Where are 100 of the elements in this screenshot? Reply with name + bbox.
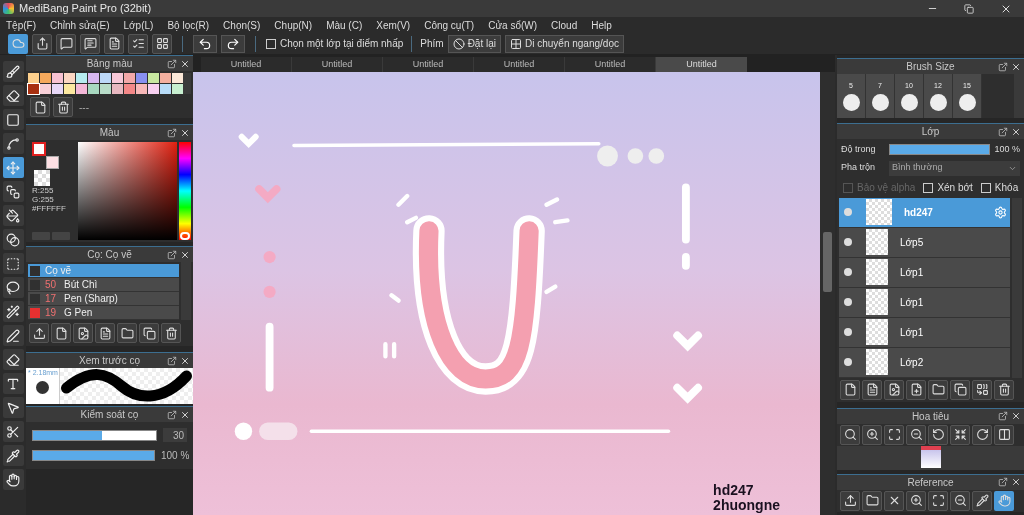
brush-list-item[interactable]: 19 G Pen: [28, 306, 179, 320]
document-tab[interactable]: Untitled: [383, 57, 474, 72]
settings-icon[interactable]: [994, 205, 1007, 219]
document-tab[interactable]: Untitled: [656, 57, 747, 72]
lasso-tool-button[interactable]: [2, 277, 24, 298]
canvas-painting[interactable]: hd247 2huongne: [193, 72, 820, 515]
brush-tool-button[interactable]: [2, 61, 24, 82]
layer-row[interactable]: Lớp5: [839, 227, 1010, 258]
detach-icon[interactable]: [167, 355, 177, 366]
saturation-brightness-picker[interactable]: [78, 142, 177, 240]
move-direction-button[interactable]: Di chuyển ngang/dọc: [505, 34, 624, 53]
close-icon[interactable]: [180, 249, 190, 260]
text-tool-button[interactable]: [2, 373, 24, 394]
color-swatch[interactable]: [112, 84, 123, 94]
image-brush-icon[interactable]: [73, 323, 93, 343]
zoom-in-icon[interactable]: [906, 490, 926, 511]
wand-tool-button[interactable]: [2, 301, 24, 322]
close-icon[interactable]: [180, 58, 190, 69]
menu-item[interactable]: Màu (C): [326, 17, 363, 33]
fit-icon[interactable]: [884, 424, 904, 445]
detach-icon[interactable]: [998, 477, 1008, 487]
line-tool-button[interactable]: [2, 133, 24, 154]
rotate-right-icon[interactable]: [972, 424, 992, 445]
grid-icon[interactable]: [152, 33, 172, 54]
foreground-color-swatch[interactable]: [32, 142, 46, 156]
detach-icon[interactable]: [167, 409, 177, 420]
detach-icon[interactable]: [167, 127, 177, 138]
color-swatch[interactable]: [100, 84, 111, 94]
hand-tool-button[interactable]: [2, 469, 24, 490]
operation-tool-button[interactable]: [2, 397, 24, 418]
move-tool-button[interactable]: [2, 157, 24, 178]
close-icon[interactable]: [1011, 477, 1021, 487]
redo-button[interactable]: [221, 34, 245, 53]
eyedropper-icon[interactable]: [972, 490, 992, 511]
new-layer-icon[interactable]: [862, 379, 882, 400]
layer-row[interactable]: Lớp1: [839, 317, 1010, 348]
menu-item[interactable]: Help: [591, 17, 612, 33]
rotate-left-icon[interactable]: [928, 424, 948, 445]
close-icon[interactable]: [1011, 126, 1021, 137]
speech-bubble-icon[interactable]: [56, 33, 76, 54]
transparent-swatch[interactable]: [34, 170, 50, 186]
detach-icon[interactable]: [167, 249, 177, 260]
color-swatch[interactable]: [52, 73, 63, 83]
color-swatch[interactable]: [100, 73, 111, 83]
menu-item[interactable]: Lớp(L): [123, 17, 154, 33]
layer-opacity-slider[interactable]: [889, 144, 991, 156]
color-swatch[interactable]: [112, 73, 123, 83]
script-icon[interactable]: [95, 323, 115, 343]
menu-item[interactable]: Chọn(S): [223, 17, 261, 33]
delete-icon[interactable]: [53, 97, 73, 117]
close-icon[interactable]: [1011, 61, 1021, 72]
color-swatch[interactable]: [76, 73, 87, 83]
text-bubble-icon[interactable]: [80, 33, 100, 54]
fit-icon[interactable]: [928, 490, 948, 511]
document-icon[interactable]: [104, 33, 124, 54]
close-icon[interactable]: [884, 490, 904, 511]
menu-item[interactable]: Tệp(F): [6, 17, 36, 33]
close-icon[interactable]: [180, 409, 190, 420]
color-swatch[interactable]: [88, 84, 99, 94]
folder-icon[interactable]: [928, 379, 948, 400]
color-swatch[interactable]: [88, 73, 99, 83]
add-layer-icon[interactable]: [906, 379, 926, 400]
close-icon[interactable]: [180, 127, 190, 138]
detach-icon[interactable]: [998, 61, 1008, 72]
reset-view-icon[interactable]: [950, 424, 970, 445]
color-swatch[interactable]: [64, 84, 75, 94]
color-swatch[interactable]: [124, 84, 135, 94]
color-swatch[interactable]: [40, 84, 51, 94]
detach-icon[interactable]: [998, 411, 1008, 421]
select-tool-button[interactable]: [2, 253, 24, 274]
layer-row[interactable]: Lớp2: [839, 347, 1010, 378]
scrollbar[interactable]: [183, 73, 191, 94]
color-swatch[interactable]: [172, 84, 183, 94]
hue-slider[interactable]: [179, 142, 191, 240]
brush-size-value[interactable]: 30: [163, 428, 187, 442]
menu-item[interactable]: Cloud: [551, 17, 578, 33]
bucket-tool-button[interactable]: [2, 205, 24, 226]
layer-row[interactable]: Lớp1: [839, 287, 1010, 318]
color-swatch[interactable]: [64, 73, 75, 83]
color-swatch[interactable]: [28, 84, 39, 94]
reset-button[interactable]: Đặt lại: [447, 34, 501, 53]
new-palette-icon[interactable]: [30, 97, 50, 117]
brush-opacity-slider[interactable]: [32, 450, 155, 461]
share-icon[interactable]: [32, 33, 52, 54]
zoom-out-icon[interactable]: [950, 490, 970, 511]
detach-icon[interactable]: [167, 58, 177, 69]
document-tab[interactable]: Untitled: [565, 57, 656, 72]
delete-icon[interactable]: [161, 323, 181, 343]
duplicate-icon[interactable]: [950, 379, 970, 400]
flip-icon[interactable]: [994, 424, 1014, 445]
undo-button[interactable]: [193, 34, 217, 53]
new-brush-icon[interactable]: [51, 323, 71, 343]
zoom-in-icon[interactable]: [862, 424, 882, 445]
selerase-tool-button[interactable]: [2, 349, 24, 370]
color-swatch[interactable]: [160, 73, 171, 83]
menu-item[interactable]: Chụp(N): [274, 17, 313, 33]
color-swatch[interactable]: [148, 73, 159, 83]
folder-icon[interactable]: [862, 490, 882, 511]
eraser-tool-button[interactable]: [2, 85, 24, 106]
menu-item[interactable]: Cửa sổ(W): [488, 17, 538, 33]
